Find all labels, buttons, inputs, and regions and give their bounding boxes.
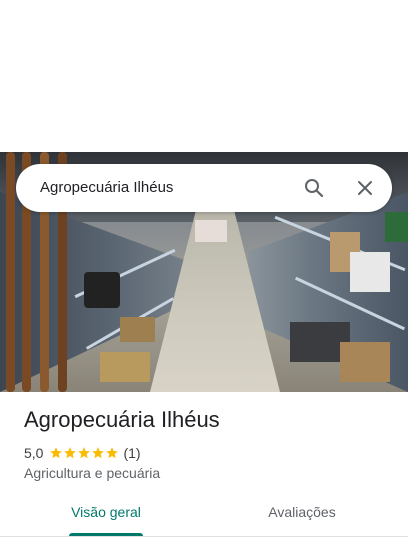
search-icon[interactable] xyxy=(302,176,326,200)
rating-stars xyxy=(49,446,119,460)
search-input[interactable]: Agropecuária Ilhéus xyxy=(40,164,173,212)
photo-item xyxy=(195,220,227,242)
close-icon[interactable] xyxy=(353,176,377,200)
star-icon xyxy=(92,447,105,459)
photo-item xyxy=(340,342,390,382)
photo-item xyxy=(84,272,120,308)
star-icon xyxy=(106,447,119,459)
photo-item xyxy=(120,317,155,342)
tab-divider xyxy=(0,536,408,537)
rating-row[interactable]: 5,0 (1) xyxy=(24,444,141,462)
search-bar[interactable]: Agropecuária Ilhéus xyxy=(16,164,392,212)
place-title: Agropecuária Ilhéus xyxy=(24,407,220,432)
place-category[interactable]: Agricultura e pecuária xyxy=(24,465,160,481)
tab-reviews[interactable]: Avaliações xyxy=(256,504,348,536)
review-count[interactable]: (1) xyxy=(123,445,140,461)
star-icon xyxy=(64,447,77,459)
photo-item xyxy=(100,352,150,382)
rating-value: 5,0 xyxy=(24,445,44,461)
star-icon xyxy=(78,447,91,459)
photo-item xyxy=(350,252,390,292)
star-icon xyxy=(50,447,63,459)
tab-overview[interactable]: Visão geral xyxy=(60,504,152,536)
photo-rope xyxy=(6,152,15,392)
photo-item xyxy=(385,212,408,242)
